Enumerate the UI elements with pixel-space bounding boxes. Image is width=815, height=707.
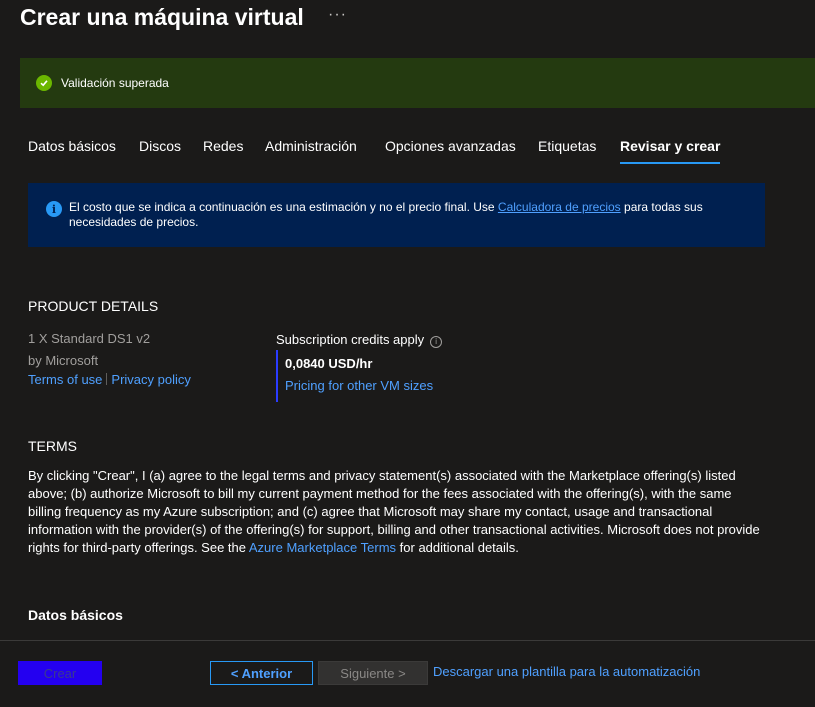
tab-administracion[interactable]: Administración — [265, 138, 357, 154]
vm-price: 0,0840 USD/hr — [285, 356, 373, 371]
tab-datos-basicos[interactable]: Datos básicos — [28, 138, 116, 154]
tab-etiquetas[interactable]: Etiquetas — [538, 138, 596, 154]
price-accent-bar — [276, 350, 278, 402]
link-separator — [106, 373, 108, 385]
page-title: Crear una máquina virtual — [20, 4, 304, 30]
product-publisher: by Microsoft — [28, 353, 99, 368]
validation-banner: Validación superada — [20, 58, 815, 108]
tab-discos[interactable]: Discos — [139, 138, 181, 154]
product-details-heading: PRODUCT DETAILS — [28, 298, 159, 314]
download-template-link[interactable]: Descargar una plantilla para la automati… — [433, 664, 700, 679]
subscription-credits: Subscription credits apply i — [276, 332, 443, 348]
next-button[interactable]: Siguiente > — [318, 661, 428, 685]
product-name: 1 X Standard DS1 v2 — [28, 331, 151, 346]
pricing-calculator-link[interactable]: Calculadora de precios — [498, 200, 621, 214]
terms-of-use-link[interactable]: Terms of use — [28, 372, 102, 387]
terms-heading: TERMS — [28, 438, 77, 454]
cost-info-box: i El costo que se indica a continuación … — [28, 183, 765, 247]
tab-redes[interactable]: Redes — [203, 138, 243, 154]
azure-marketplace-terms-link[interactable]: Azure Marketplace Terms — [249, 540, 396, 555]
pricing-other-sizes-link[interactable]: Pricing for other VM sizes — [285, 378, 433, 393]
checkmark-circle-icon — [36, 75, 52, 91]
validation-text: Validación superada — [61, 76, 169, 90]
cost-info-text: El costo que se indica a continuación es… — [69, 200, 749, 230]
create-button[interactable]: Crear — [18, 661, 102, 685]
previous-button[interactable]: < Anterior — [210, 661, 313, 685]
info-icon: i — [46, 201, 62, 217]
privacy-policy-link[interactable]: Privacy policy — [111, 372, 190, 387]
tab-revisar-y-crear[interactable]: Revisar y crear — [620, 138, 721, 164]
cost-info-before: El costo que se indica a continuación es… — [69, 200, 495, 214]
footer-divider — [0, 640, 815, 641]
subscription-credits-label: Subscription credits apply — [276, 332, 425, 347]
tab-opciones-avanzadas[interactable]: Opciones avanzadas — [385, 138, 516, 154]
terms-text: By clicking "Crear", I (a) agree to the … — [28, 467, 768, 557]
terms-after: for additional details. — [399, 540, 519, 555]
basics-heading: Datos básicos — [28, 607, 123, 623]
product-links: Terms of use Privacy policy — [28, 372, 191, 387]
more-options-icon[interactable]: ··· — [328, 6, 347, 24]
info-icon[interactable]: i — [430, 335, 443, 348]
